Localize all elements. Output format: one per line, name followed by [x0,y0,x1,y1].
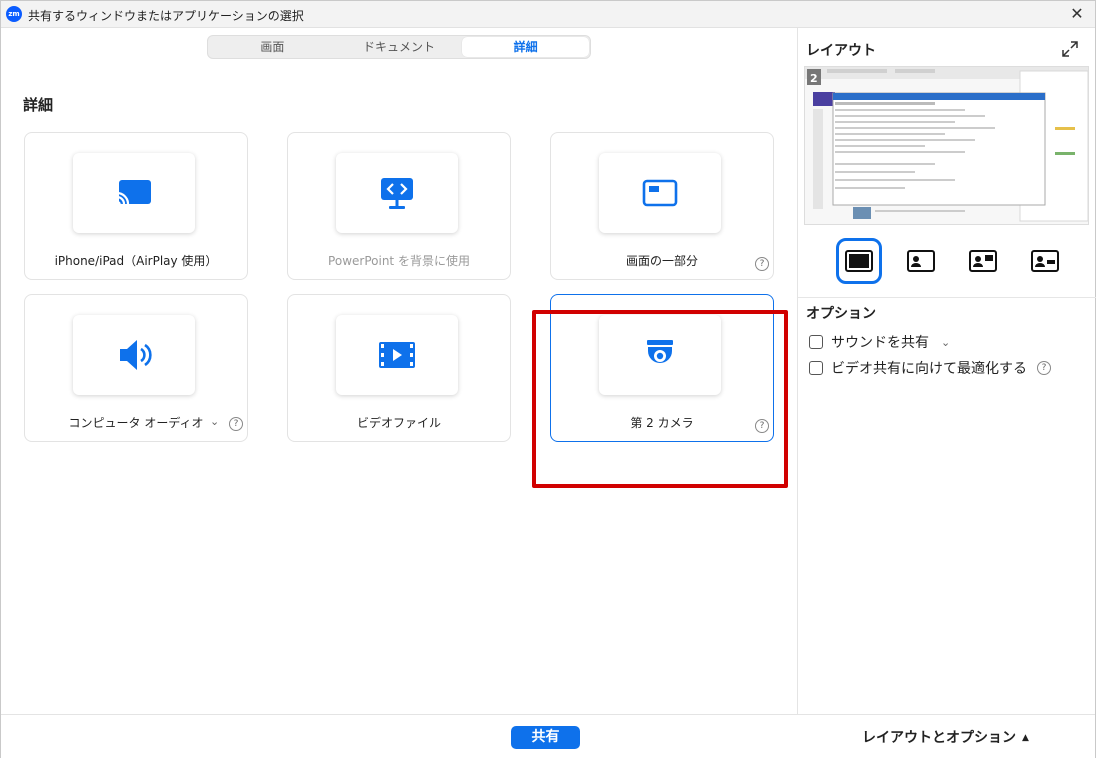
help-icon[interactable]: ? [755,419,769,433]
options-title: オプション [806,306,876,322]
source-selection-pane: 画面 ドキュメント 詳細 詳細 iPhone/iPad（AirPlay 使用） [1,28,797,714]
card-powerpoint-background[interactable]: PowerPoint を背景に使用 [287,132,511,280]
option-share-sound: サウンドを共有 ⌄ [809,332,950,352]
card-icon-box [73,153,195,233]
option-optimize-video: ビデオ共有に向けて最適化する ? [809,358,1051,378]
powerpoint-background-icon [381,178,413,209]
layout-selector [836,238,1068,284]
card-label: 画面の一部分 [625,254,698,268]
card-icon-box [336,153,458,233]
chevron-down-icon[interactable]: ⌄ [941,336,950,349]
window-title: 共有するウィンドウまたはアプリケーションの選択 [28,9,304,23]
preview-badge: 2 [810,72,818,85]
layout-and-options-toggle[interactable]: レイアウトとオプション ▲ [862,727,1029,747]
speaker-icon [120,340,152,370]
screen-portion-icon [642,179,678,207]
screen-preview-thumbnail: 2 [805,67,1088,224]
screen-only-layout-icon [845,250,873,272]
video-file-icon [379,342,415,368]
layout-picture-in-picture-button[interactable] [898,238,944,284]
title-bar: zm 共有するウィンドウまたはアプリケーションの選択 ✕ [1,1,1095,28]
optimize-video-label: ビデオ共有に向けて最適化する [831,361,1027,377]
share-sound-checkbox[interactable] [809,335,823,349]
share-tabs: 画面 ドキュメント 詳細 [207,35,591,59]
caret-up-icon: ▲ [1022,733,1029,743]
layout-toggle-label: レイアウトとオプション [862,730,1016,746]
layout-screen-only-button[interactable] [836,238,882,284]
tab-advanced[interactable]: 詳細 [462,37,590,57]
expand-icon[interactable] [1061,40,1079,58]
help-icon[interactable]: ? [755,257,769,271]
optimize-video-checkbox[interactable] [809,361,823,375]
card-label: ビデオファイル [356,416,441,430]
close-button[interactable]: ✕ [1065,3,1089,25]
bottom-bar: 共有 レイアウトとオプション ▲ [1,714,1095,758]
card-icon-box [73,315,195,395]
card-video-file[interactable]: ビデオファイル [287,294,511,442]
card-label: iPhone/iPad（AirPlay 使用） [54,254,218,268]
divider [798,297,1096,298]
card-computer-audio[interactable]: コンピュータ オーディオ ⌄ ? [24,294,248,442]
side-by-side-layout-icon [969,250,997,272]
chevron-down-icon[interactable]: ⌄ [210,415,219,428]
help-icon[interactable]: ? [229,417,243,431]
card-icon-box [336,315,458,395]
card-label: PowerPoint を背景に使用 [328,254,470,268]
share-sound-label: サウンドを共有 [831,335,929,351]
card-label: 第 2 カメラ [630,416,694,430]
share-button[interactable]: 共有 [511,726,580,749]
help-icon[interactable]: ? [1037,361,1051,375]
picture-in-picture-layout-icon [907,250,935,272]
card-screen-portion[interactable]: 画面の一部分 ? [550,132,774,280]
card-second-camera[interactable]: 第 2 カメラ ? [550,294,774,442]
airplay-icon [116,180,151,206]
layout-side-by-side-button[interactable] [960,238,1006,284]
zoom-logo-icon: zm [6,6,22,22]
layout-standalone-button[interactable] [1022,238,1068,284]
card-airplay[interactable]: iPhone/iPad（AirPlay 使用） [24,132,248,280]
camera-icon [647,340,673,363]
card-icon-box [599,153,721,233]
share-dialog-window: zm 共有するウィンドウまたはアプリケーションの選択 ✕ 画面 ドキュメント 詳… [0,0,1096,758]
layout-options-pane: レイアウト 2 オプション サウンドを共有 ⌄ ビデオ共有に向けて最適化する ? [797,28,1096,714]
layout-preview: 2 [804,66,1089,225]
layout-title: レイアウト [806,43,876,59]
standalone-layout-icon [1031,250,1059,272]
section-title: 詳細 [23,96,54,114]
tab-screen[interactable]: 画面 [209,37,336,57]
card-icon-box [599,315,721,395]
tab-documents[interactable]: ドキュメント [336,37,463,57]
